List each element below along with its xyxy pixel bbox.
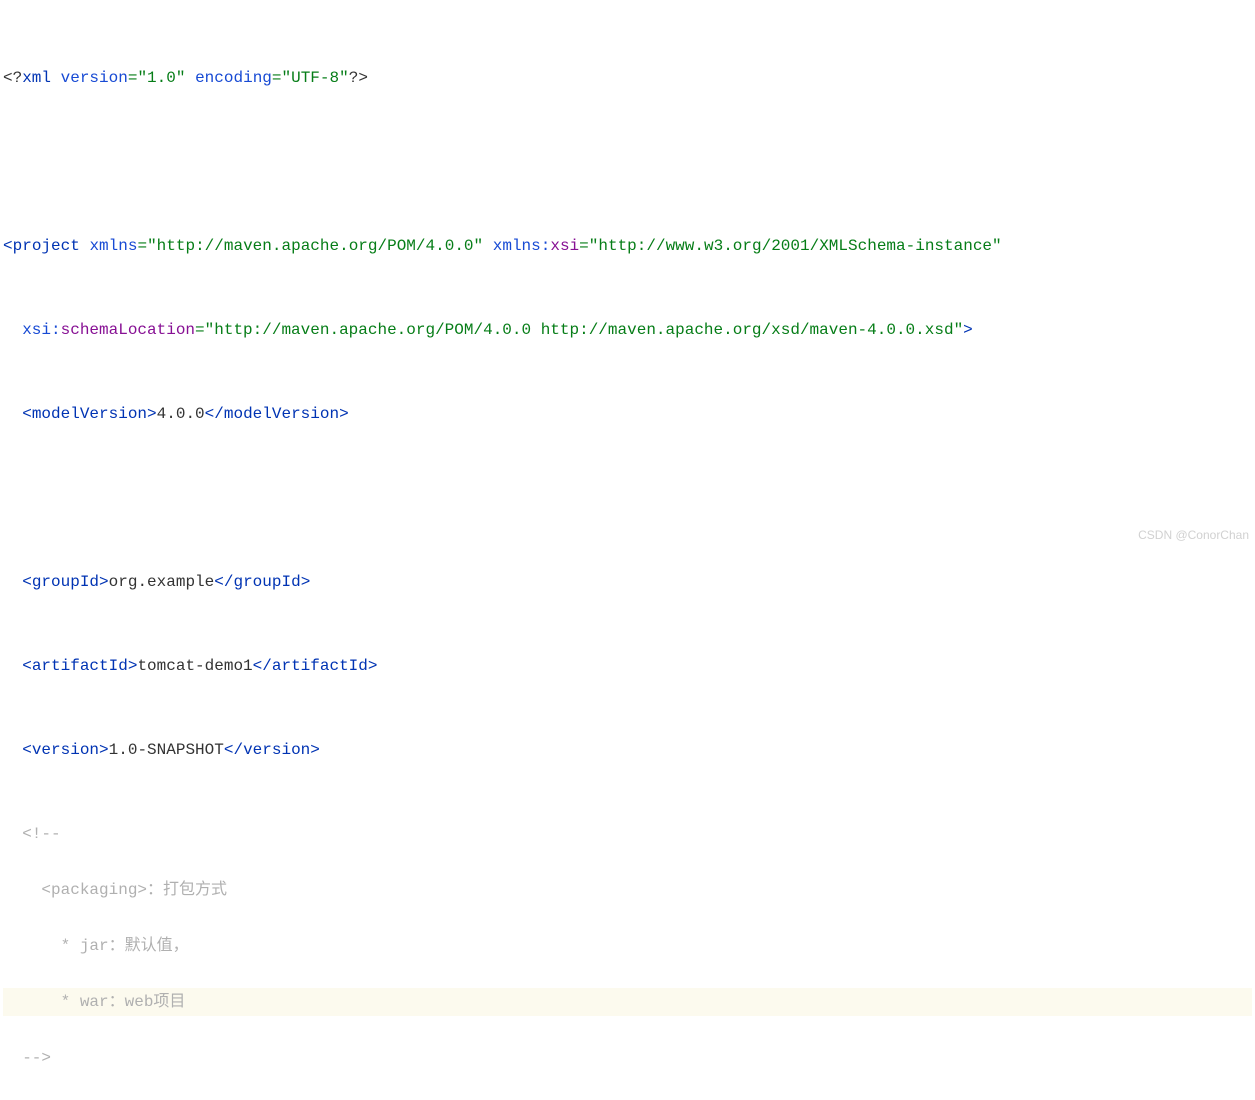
xml-declaration: <?xml version="1.0" encoding="UTF-8"?> — [3, 64, 1252, 92]
groupid-element: <groupId>org.example</groupId> — [3, 568, 1252, 596]
project-open-line-2: xsi:schemaLocation="http://maven.apache.… — [3, 316, 1252, 344]
blank-line — [3, 484, 1252, 512]
artifactid-element: <artifactId>tomcat-demo1</artifactId> — [3, 652, 1252, 680]
version-element: <version>1.0-SNAPSHOT</version> — [3, 736, 1252, 764]
project-open-line-1: <project xmlns="http://maven.apache.org/… — [3, 232, 1252, 260]
comment-open: <!-- — [3, 820, 1252, 848]
comment-line-2: * jar：默认值， — [3, 932, 1252, 960]
blank-line — [3, 148, 1252, 176]
comment-line-3: * war：web项目 — [3, 988, 1252, 1016]
comment-close: --> — [3, 1044, 1252, 1072]
code-editor[interactable]: <?xml version="1.0" encoding="UTF-8"?> <… — [0, 0, 1255, 1100]
comment-line-1: <packaging>：打包方式 — [3, 876, 1252, 904]
watermark: CSDN @ConorChan — [1138, 525, 1249, 546]
modelversion-element: <modelVersion>4.0.0</modelVersion> — [3, 400, 1252, 428]
